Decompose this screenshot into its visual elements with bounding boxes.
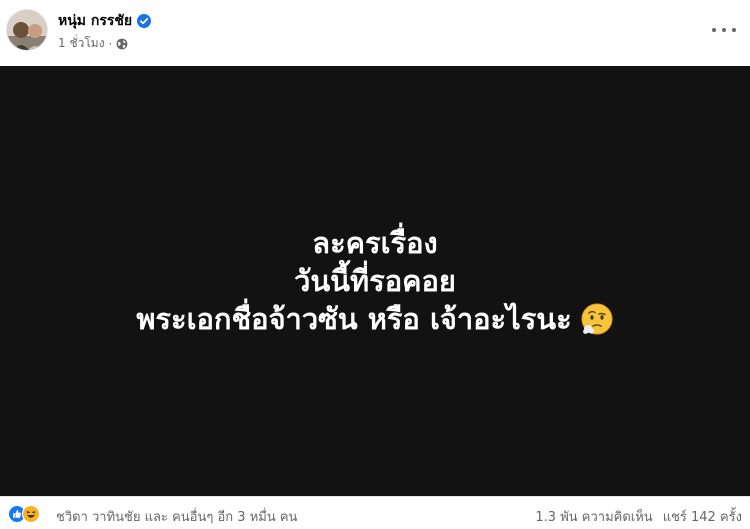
image-text-line-1: ละครเรื่อง: [312, 226, 438, 260]
face-with-raised-eyebrow-emoji: [580, 302, 614, 336]
reaction-icons[interactable]: [8, 505, 40, 523]
image-text-line-2: วันนี้ที่รอคอย: [294, 264, 456, 298]
reaction-summary[interactable]: ชวิดา วาทินชัย และ คนอื่นๆ อีก 3 หมื่น ค…: [56, 506, 297, 527]
author-row: หนุ่ม กรรชัย: [58, 10, 152, 32]
meta-separator: ·: [108, 36, 113, 51]
verified-badge-icon: [137, 14, 152, 28]
post-header: หนุ่ม กรรชัย 1 ชั่วโมง ·: [0, 0, 750, 66]
share-count[interactable]: แชร์ 142 ครั้ง: [663, 506, 742, 527]
post-footer: ชวิดา วาทินชัย และ คนอื่นๆ อีก 3 หมื่น ค…: [0, 496, 750, 529]
image-text-line-3: พระเอกชื่อจ้าวซัน หรือ เจ้าอะไรนะ: [136, 302, 572, 336]
comment-count[interactable]: 1.3 พัน ความคิดเห็น: [535, 506, 652, 527]
more-options-icon[interactable]: [712, 20, 736, 40]
engagement-stats: 1.3 พัน ความคิดเห็น แชร์ 142 ครั้ง: [535, 506, 742, 527]
author-avatar[interactable]: [6, 9, 48, 51]
image-text-line-3-row: พระเอกชื่อจ้าวซัน หรือ เจ้าอะไรนะ: [136, 300, 613, 338]
post-image[interactable]: ละครเรื่อง วันนี้ที่รอคอย พระเอกชื่อจ้าว…: [0, 66, 750, 496]
post-meta: 1 ชั่วโมง ·: [58, 34, 128, 53]
haha-reaction-icon: [22, 505, 40, 523]
globe-icon: [116, 38, 128, 50]
post-timestamp[interactable]: 1 ชั่วโมง: [58, 34, 105, 53]
author-name[interactable]: หนุ่ม กรรชัย: [58, 10, 132, 32]
